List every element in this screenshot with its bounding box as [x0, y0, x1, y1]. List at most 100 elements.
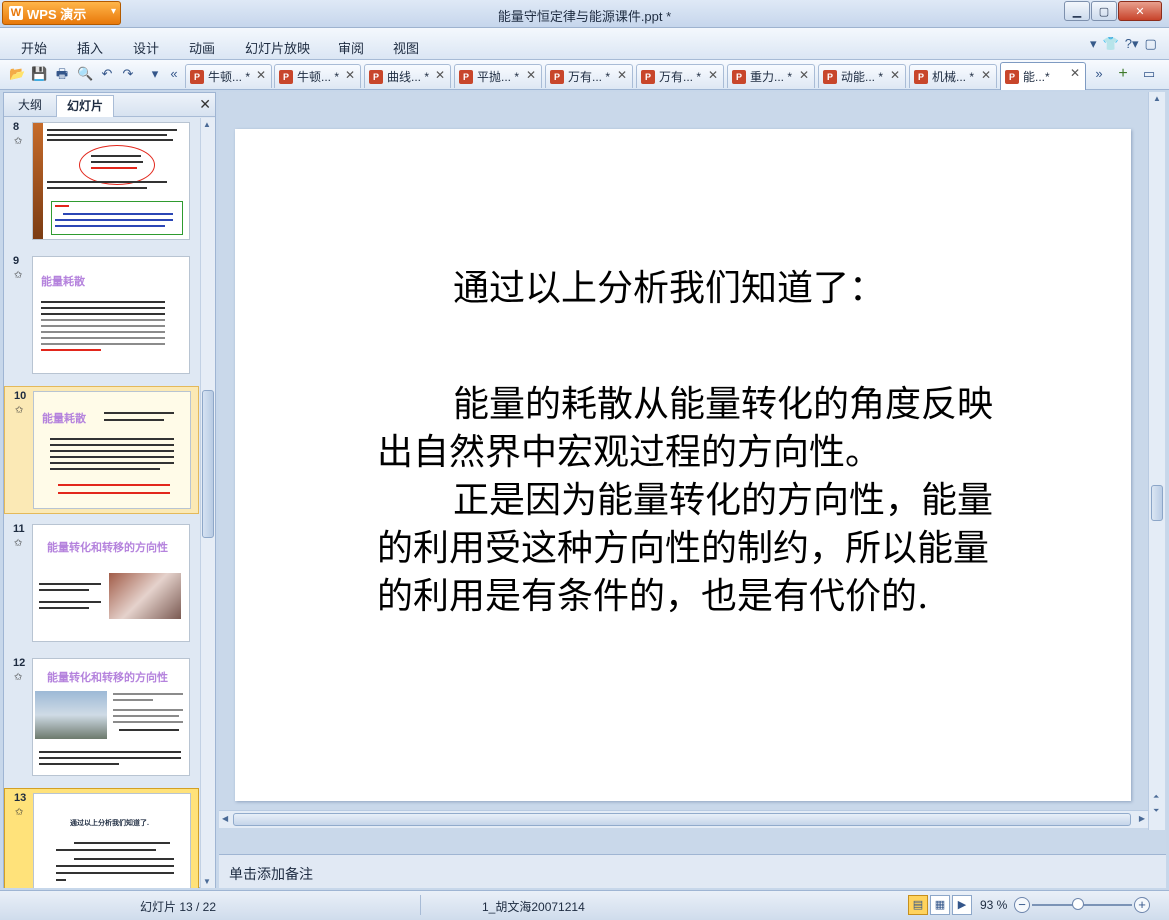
- slide-image: [109, 573, 181, 619]
- ppt-file-icon: P: [641, 69, 655, 84]
- restore-doc-icon[interactable]: ▢: [1144, 36, 1156, 52]
- doc-tab-active[interactable]: P 能...* ✕: [1000, 62, 1086, 90]
- tabs-scroll-left-icon[interactable]: «: [166, 66, 182, 82]
- close-tab-icon[interactable]: ✕: [708, 68, 718, 82]
- slide-number: 8: [13, 121, 20, 133]
- skin-icon[interactable]: 👕: [1103, 36, 1119, 52]
- ppt-file-icon: P: [279, 69, 293, 84]
- slideshow-view-button[interactable]: ▶: [952, 895, 972, 915]
- notes-pane[interactable]: 单击添加备注: [219, 854, 1166, 888]
- menu-insert[interactable]: 插入: [77, 38, 103, 57]
- next-slide-icon[interactable]: ⏷: [1153, 806, 1159, 816]
- doc-tab[interactable]: P 牛顿... * ✕: [185, 64, 272, 88]
- template-name: 1_胡文海20071214: [482, 900, 585, 914]
- slide-counter: 幻灯片 13 / 22: [140, 900, 217, 914]
- close-tab-icon[interactable]: ✕: [526, 68, 536, 82]
- thumb-heading: 能量转化和转移的方向性: [47, 541, 168, 554]
- tab-slides[interactable]: 幻灯片: [56, 95, 115, 117]
- slide-preview: 通过以上分析我们知道了.: [33, 793, 191, 888]
- notes-placeholder[interactable]: 单击添加备注: [229, 864, 313, 884]
- scrollbar-thumb[interactable]: [233, 813, 1131, 826]
- menu-slideshow[interactable]: 幻灯片放映: [245, 38, 310, 57]
- zoom-out-button[interactable]: −: [1014, 897, 1030, 913]
- menu-review[interactable]: 审阅: [338, 38, 364, 57]
- redo-icon[interactable]: ↷: [120, 66, 136, 82]
- doc-tab[interactable]: P 曲线... * ✕: [364, 64, 451, 88]
- menu-animation[interactable]: 动画: [189, 38, 215, 57]
- document-title: 能量守恒定律与能源课件.ppt *: [497, 9, 672, 24]
- vertical-scrollbar[interactable]: ▲ ⏶ ⏷: [1148, 92, 1165, 830]
- pane-tabs: 大纲 幻灯片 ✕: [4, 93, 215, 117]
- close-tab-icon[interactable]: ✕: [256, 68, 266, 82]
- menu-home[interactable]: 开始: [21, 38, 47, 57]
- slide-thumbnail[interactable]: 8 ✩: [4, 118, 199, 246]
- horizontal-scrollbar[interactable]: ◀ ▶: [219, 810, 1148, 828]
- slide-paragraph[interactable]: 能量的耗散从能量转化的角度反映出自然界中宏观过程的方向性。: [377, 381, 1017, 477]
- scroll-left-icon[interactable]: ◀: [222, 814, 228, 823]
- tab-list-icon[interactable]: ▭: [1141, 66, 1157, 82]
- doc-tab[interactable]: P 动能... * ✕: [818, 64, 906, 88]
- close-tab-icon[interactable]: ✕: [617, 68, 627, 82]
- slide-thumbnail[interactable]: 11 ✩ 能量转化和转移的方向性: [4, 520, 199, 648]
- doc-tab[interactable]: P 牛顿... * ✕: [274, 64, 361, 88]
- slide-thumbnail[interactable]: 12 ✩ 能量转化和转移的方向性: [4, 654, 199, 782]
- menu-view[interactable]: 视图: [393, 38, 419, 57]
- doc-tab[interactable]: P 平抛... * ✕: [454, 64, 542, 88]
- menu-design[interactable]: 设计: [133, 38, 159, 57]
- save-icon[interactable]: 💾: [31, 66, 47, 82]
- doc-tab-label: 牛顿... *: [208, 70, 251, 84]
- slide-paragraph[interactable]: 正是因为能量转化的方向性，能量的利用受这种方向性的制约，所以能量的利用是有条件的…: [377, 477, 1017, 621]
- doc-tab[interactable]: P 万有... * ✕: [636, 64, 724, 88]
- slide-canvas[interactable]: 通过以上分析我们知道了： 能量的耗散从能量转化的角度反映出自然界中宏观过程的方向…: [235, 129, 1131, 801]
- close-tab-icon[interactable]: ✕: [981, 68, 991, 82]
- print-icon[interactable]: 🖶: [54, 66, 70, 82]
- maximize-button[interactable]: ▢: [1091, 1, 1117, 21]
- scroll-up-icon[interactable]: ▲: [203, 120, 211, 129]
- collapse-ribbon-icon[interactable]: ▾: [1090, 36, 1097, 52]
- scrollbar-thumb[interactable]: [202, 390, 214, 538]
- zoom-slider-handle[interactable]: [1072, 898, 1084, 910]
- slide-preview: [32, 122, 190, 240]
- slide-thumbnail-current[interactable]: 13 ✩ 通过以上分析我们知道了.: [4, 788, 199, 888]
- close-tab-icon[interactable]: ✕: [890, 68, 900, 82]
- scroll-right-icon[interactable]: ▶: [1139, 814, 1145, 823]
- scrollbar-thumb[interactable]: [1151, 485, 1163, 521]
- slide-sorter-view-button[interactable]: ▦: [930, 895, 950, 915]
- thumb-heading: 能量耗散: [42, 412, 86, 425]
- scroll-down-icon[interactable]: ▼: [203, 877, 211, 886]
- thumb-heading: 通过以上分析我们知道了.: [70, 820, 149, 827]
- doc-tab-label: 万有... *: [568, 70, 611, 84]
- close-tab-icon[interactable]: ✕: [435, 68, 445, 82]
- close-window-button[interactable]: ✕: [1118, 1, 1162, 21]
- tabs-scroll-right-icon[interactable]: »: [1091, 66, 1107, 82]
- new-tab-icon[interactable]: +: [1115, 66, 1131, 82]
- slide-thumbnail[interactable]: 10 ✩ 能量耗散: [4, 386, 199, 514]
- open-icon[interactable]: 📂: [9, 66, 25, 82]
- doc-tab-label: 重力... *: [750, 70, 793, 84]
- zoom-level: 93 %: [980, 898, 1008, 912]
- help-icon[interactable]: ?▾: [1125, 36, 1139, 52]
- slide-thumbnail[interactable]: 9 ✩ 能量耗散: [4, 252, 199, 380]
- doc-tab[interactable]: P 重力... * ✕: [727, 64, 815, 88]
- close-tab-icon[interactable]: ✕: [345, 68, 355, 82]
- normal-view-button[interactable]: ▤: [908, 895, 928, 915]
- slides-pane-scrollbar[interactable]: ▲ ▼: [200, 118, 215, 888]
- minimize-button[interactable]: ▁: [1064, 1, 1090, 21]
- slide-title[interactable]: 通过以上分析我们知道了：: [453, 259, 885, 311]
- customize-dropdown-icon[interactable]: ▾: [147, 66, 163, 82]
- print-preview-icon[interactable]: 🔍: [77, 66, 93, 82]
- zoom-in-button[interactable]: +: [1134, 897, 1150, 913]
- close-pane-icon[interactable]: ✕: [199, 96, 211, 113]
- slide-number: 13: [14, 792, 27, 804]
- tab-outline[interactable]: 大纲: [8, 95, 52, 117]
- close-tab-icon[interactable]: ✕: [799, 68, 809, 82]
- prev-slide-icon[interactable]: ⏶: [1153, 792, 1159, 802]
- doc-tab[interactable]: P 万有... * ✕: [545, 64, 633, 88]
- undo-icon[interactable]: ↶: [99, 66, 115, 82]
- slide-number: 12: [13, 657, 26, 669]
- slide-number: 11: [13, 523, 25, 535]
- close-tab-icon[interactable]: ✕: [1070, 66, 1080, 80]
- doc-tab-label: 牛顿... *: [297, 70, 340, 84]
- scroll-up-icon[interactable]: ▲: [1153, 94, 1161, 103]
- doc-tab[interactable]: P 机械... * ✕: [909, 64, 997, 88]
